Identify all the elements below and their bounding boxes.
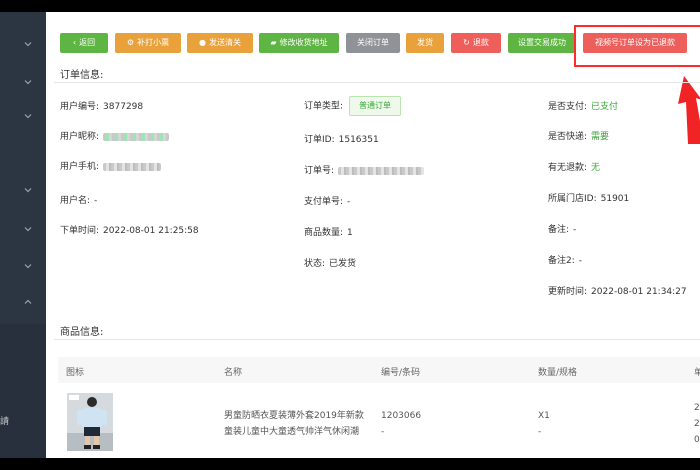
paid-field: 是否支付: 已支付 [548, 102, 619, 112]
user-icon: ● [199, 38, 206, 47]
product-price-partial: 2 2 0 [694, 403, 700, 445]
refund-button[interactable]: ↻ 退款 [451, 33, 501, 53]
redacted-value [338, 166, 425, 175]
order-no-field: 订单号: [304, 163, 425, 176]
chevron-down-icon[interactable] [24, 262, 32, 270]
order-time-field: 下单时间: 2022-08-01 21:25:58 [60, 226, 199, 236]
product-thumbnail[interactable] [67, 393, 113, 451]
set-success-button[interactable]: 设置交易成功 [508, 33, 576, 53]
goods-info-title: 商品信息: [60, 327, 104, 338]
back-button[interactable]: ‹ 返回 [60, 33, 108, 53]
product-code: 1203066 - [381, 411, 422, 437]
status-field: 状态: 已发货 [304, 259, 357, 269]
order-id-field: 订单ID: 1516351 [304, 135, 379, 145]
product-quantity: X1 - [538, 411, 550, 437]
order-type-badge: 普通订单 [349, 96, 402, 116]
close-order-button[interactable]: 关闭订单 [346, 33, 400, 53]
ship-button[interactable]: 发货 [406, 33, 444, 53]
remark2-field: 备注2: - [548, 256, 583, 266]
divider [54, 82, 700, 83]
pay-no-field: 支付单号: - [304, 197, 351, 207]
goods-table-header: 图标 名称 编号/条码 数量/规格 单 [58, 357, 700, 383]
modify-address-button[interactable]: ▰ 修改收货地址 [259, 33, 339, 53]
store-id-field: 所属门店ID: 51901 [548, 194, 630, 204]
update-time-field: 更新时间: 2022-08-01 21:34:27 [548, 287, 687, 297]
sidebar: 請 [0, 12, 46, 458]
truck-icon: ▰ [270, 38, 277, 47]
reprint-receipt-button[interactable]: ⚙ 补打小票 [115, 33, 181, 53]
divider [54, 339, 700, 340]
username-field: 用户名: - [60, 196, 98, 206]
redacted-value [103, 132, 170, 141]
remark-field: 备注: - [548, 225, 577, 235]
highlight-annotation-box [574, 25, 700, 67]
chevron-down-icon[interactable] [24, 225, 32, 233]
gear-icon: ⚙ [126, 38, 135, 47]
express-field: 是否快递: 需要 [548, 132, 610, 142]
has-refund-field: 有无退款: 无 [548, 163, 601, 173]
product-name[interactable]: 男童防晒衣夏装薄外套2019年新款 童装儿童中大童透气帅洋气休闲潮 [224, 408, 364, 440]
column-header: 编号/条码 [381, 368, 421, 378]
column-header: 图标 [66, 368, 85, 378]
user-id-field: 用户编号: 3877298 [60, 102, 144, 112]
phone-field: 用户手机: [60, 159, 162, 172]
chevron-down-icon[interactable] [24, 78, 32, 86]
send-customs-button[interactable]: ● 发送清关 [187, 33, 253, 53]
sidebar-expanded-submenu [0, 324, 46, 458]
nickname-field: 用户昵称: [60, 129, 170, 142]
chevron-up-icon[interactable] [24, 298, 32, 306]
order-detail-panel: ‹ 返回 ⚙ 补打小票 ● 发送清关 ▰ 修改收货地址 关闭订单 发货 ↻ 退款 设置交易… [46, 12, 700, 458]
chevron-down-icon[interactable] [24, 40, 32, 48]
goods-count-field: 商品数量: 1 [304, 228, 353, 238]
refresh-icon: ↻ [463, 38, 470, 47]
column-header: 名称 [224, 368, 243, 378]
bottom-black-bar [0, 458, 700, 470]
chevron-down-icon[interactable] [24, 186, 32, 194]
redacted-value [103, 162, 162, 171]
sidebar-item-label[interactable]: 請 [0, 414, 9, 427]
column-header: 数量/规格 [538, 368, 578, 378]
top-black-bar [0, 0, 700, 12]
red-arrow-annotation [674, 74, 700, 147]
order-type-field: 订单类型: 普通订单 [304, 96, 402, 116]
column-header: 单 [694, 368, 700, 378]
chevron-down-icon[interactable] [24, 112, 32, 120]
order-info-title: 订单信息: [60, 70, 104, 81]
chevron-left-icon: ‹ [72, 38, 77, 47]
